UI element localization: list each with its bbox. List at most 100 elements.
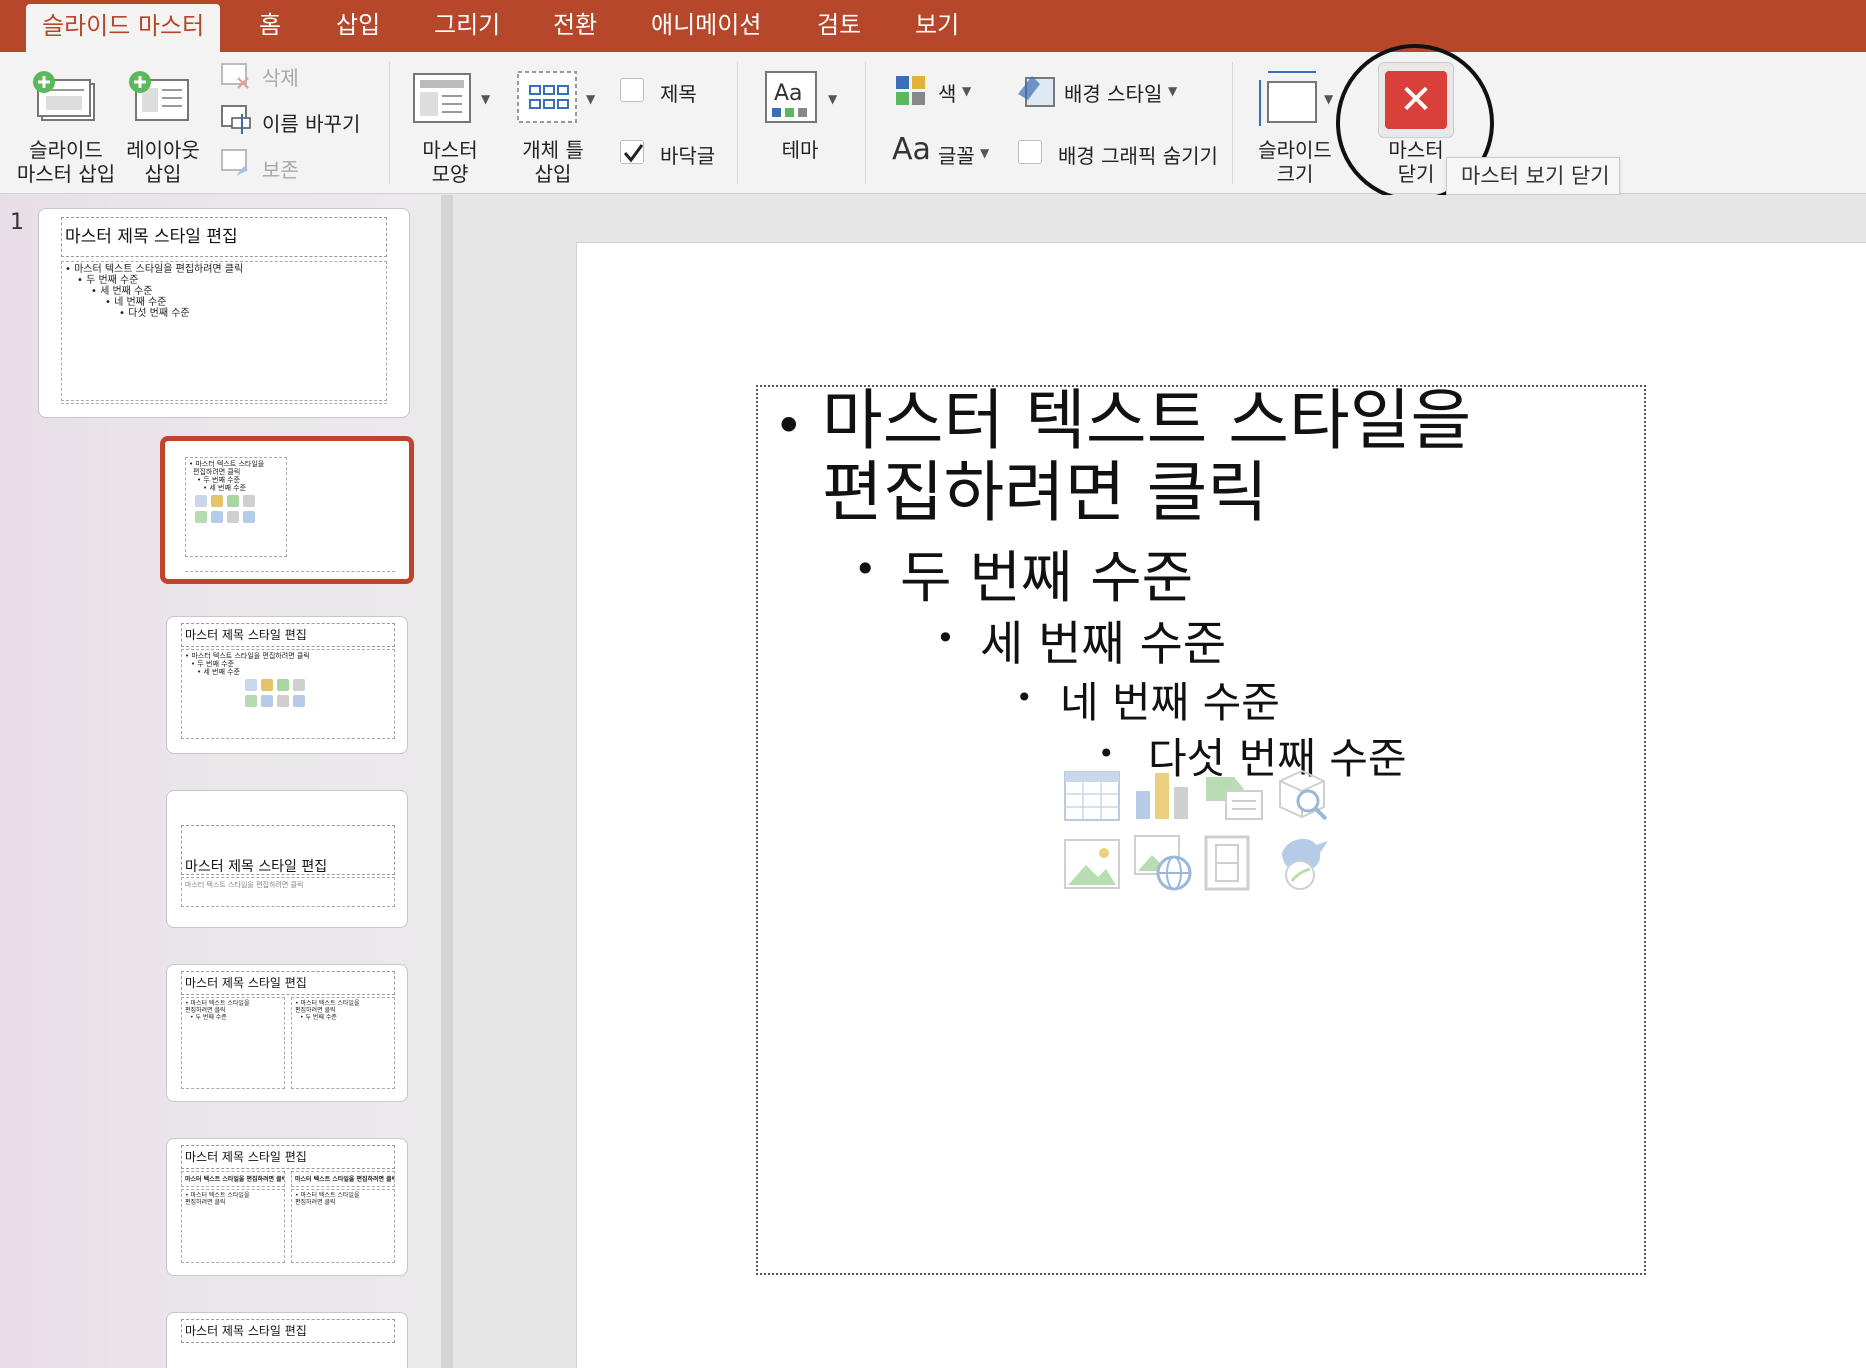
background-styles-button[interactable]: 배경 스타일	[1064, 78, 1162, 107]
colors-button[interactable]: 색	[938, 78, 956, 107]
tab-home[interactable]: 홈	[259, 0, 281, 52]
slide-size-icon[interactable]	[1254, 68, 1324, 130]
thumbnail-body-line: • 두 번째 수준	[300, 1014, 337, 1021]
thumbnail-body-line: • 네 번째 수준	[105, 297, 167, 308]
slide-number: 1	[10, 210, 24, 235]
thumbnail-content-icons	[245, 679, 335, 713]
tab-slide-master[interactable]: 슬라이드 마스터	[26, 4, 221, 52]
thumbnail-body-line: • 세 번째 수준	[203, 484, 247, 492]
insert-table-icon[interactable]	[1064, 771, 1120, 825]
separator	[1232, 62, 1233, 184]
hide-background-graphics-label: 배경 그래픽 숨기기	[1058, 144, 1218, 168]
bullet: •	[1016, 681, 1033, 714]
footer-checkbox-label: 바닥글	[660, 144, 716, 168]
thumbnail-title: 마스터 제목 스타일 편집	[181, 971, 395, 995]
separator	[865, 62, 866, 184]
thumbnail-body-line: • 두 번째 수준	[77, 275, 139, 286]
tab-draw[interactable]: 그리기	[434, 0, 500, 52]
thumbnail-layout-title-content[interactable]: 마스터 제목 스타일 편집 • 마스터 텍스트 스타일을 편집하려면 클릭 • …	[166, 616, 408, 754]
thumbnail-body-line: 편집하려면 클릭	[193, 468, 241, 476]
thumbnail-body-line: • 두 번째 수준	[197, 476, 241, 484]
preserve-button[interactable]: 보존	[262, 154, 299, 183]
insert-smartart-icon[interactable]	[1204, 771, 1264, 825]
level2-text[interactable]: 두 번째 수준	[900, 533, 1193, 614]
level1-line: 마스터 텍스트 스타일을	[822, 382, 1472, 459]
bullet: •	[1098, 737, 1115, 770]
rename-icon	[220, 104, 252, 136]
thumbnail-layout-two-content[interactable]: 마스터 제목 스타일 편집 • 마스터 텍스트 스타일을 편집하려면 클릭 • …	[166, 964, 408, 1102]
thumbnail-title: 마스터 제목 스타일 편집	[181, 623, 395, 647]
tab-insert[interactable]: 삽입	[336, 0, 380, 52]
tab-review[interactable]: 검토	[817, 0, 861, 52]
insert-slide-master-button[interactable]: 슬라이드 마스터 삽입	[14, 138, 118, 186]
insert-slide-master-icon[interactable]	[32, 70, 98, 126]
slide-size-dropdown-icon[interactable]: ▼	[1324, 92, 1333, 106]
level1-text[interactable]: 마스터 텍스트 스타일을 편집하려면 클릭	[822, 385, 1471, 529]
thumbnail-panel-scrollbar[interactable]	[441, 195, 453, 1368]
insert-chart-icon[interactable]	[1134, 771, 1190, 825]
delete-icon	[220, 62, 252, 92]
insert-picture-icon[interactable]	[1064, 839, 1120, 893]
thumbnail-compare-head-right: 마스터 텍스트 스타일을 편집하려면 클릭	[291, 1171, 395, 1187]
themes-icon[interactable]: Aa	[764, 70, 820, 126]
title-checkbox[interactable]	[620, 78, 644, 102]
fonts-icon[interactable]: Aa	[892, 132, 931, 167]
themes-button[interactable]: 테마	[760, 138, 840, 162]
fonts-dropdown-icon[interactable]: ▼	[980, 146, 989, 160]
thumbnail-body-line: • 세 번째 수준	[197, 668, 241, 676]
master-layout-icon[interactable]	[412, 72, 474, 126]
insert-placeholder-icon[interactable]	[516, 70, 582, 128]
fonts-button[interactable]: 글꼴	[938, 140, 975, 169]
insert-placeholder-button[interactable]: 개체 틀 삽입	[508, 138, 598, 186]
insert-layout-icon[interactable]	[128, 70, 194, 126]
thumbnail-title: 마스터 제목 스타일 편집	[61, 217, 387, 257]
thumbnail-body-line: • 마스터 텍스트 스타일을	[295, 1192, 360, 1199]
thumbnail-layout-comparison[interactable]: 마스터 제목 스타일 편집 마스터 텍스트 스타일을 편집하려면 클릭 마스터 …	[166, 1138, 408, 1276]
level3-text[interactable]: 세 번째 수준	[980, 605, 1226, 674]
insert-video-icon[interactable]	[1204, 835, 1254, 895]
colors-dropdown-icon[interactable]: ▼	[962, 84, 971, 98]
bullet: •	[774, 397, 804, 455]
background-styles-icon[interactable]	[1016, 70, 1058, 110]
level1-line: 편집하려면 클릭	[822, 454, 1269, 531]
insert-placeholder-dropdown-icon[interactable]: ▼	[586, 92, 595, 106]
hide-background-graphics-checkbox[interactable]	[1018, 140, 1042, 164]
thumbnail-content-icons	[195, 495, 285, 529]
insert-layout-button[interactable]: 레이아웃 삽입	[118, 138, 208, 186]
thumbnail-slide-master[interactable]: 마스터 제목 스타일 편집 • 마스터 텍스트 스타일을 편집하려면 클릭 • …	[38, 208, 410, 418]
insert-3d-model-icon[interactable]	[1274, 767, 1334, 827]
thumbnail-body-line: • 마스터 텍스트 스타일을	[185, 1192, 250, 1199]
tab-animations[interactable]: 애니메이션	[651, 0, 761, 52]
preserve-icon	[220, 148, 252, 180]
thumbnail-body-left: • 마스터 텍스트 스타일을 편집하려면 클릭	[181, 1189, 285, 1263]
tab-transitions[interactable]: 전환	[553, 0, 597, 52]
background-styles-dropdown-icon[interactable]: ▼	[1168, 84, 1177, 98]
separator	[737, 62, 738, 184]
thumbnail-body-line: 편집하려면 클릭	[295, 1199, 336, 1206]
insert-icons-icon[interactable]	[1274, 833, 1330, 895]
insert-online-picture-icon[interactable]	[1134, 835, 1194, 895]
themes-dropdown-icon[interactable]: ▼	[828, 92, 837, 106]
footer-checkbox[interactable]	[620, 140, 644, 164]
colors-icon[interactable]	[894, 74, 928, 108]
content-placeholder[interactable]: • 마스터 텍스트 스타일을 편집하려면 클릭 • 두 번째 수준 • 세 번째…	[756, 385, 1646, 1275]
thumbnail-footer	[185, 571, 395, 579]
thumbnail-compare-head-left: 마스터 텍스트 스타일을 편집하려면 클릭	[181, 1171, 285, 1187]
bullet: •	[936, 619, 955, 657]
slide-size-button[interactable]: 슬라이드 크기	[1250, 138, 1340, 186]
thumbnail-layout-title-only[interactable]: 마스터 제목 스타일 편집	[166, 1312, 408, 1368]
thumbnail-title: 마스터 제목 스타일 편집	[181, 825, 395, 875]
tab-view[interactable]: 보기	[915, 0, 959, 52]
thumbnail-layout-section-header[interactable]: 마스터 제목 스타일 편집 마스터 텍스트 스타일을 편집하려면 클릭	[166, 790, 408, 928]
master-layout-button[interactable]: 마스터 모양	[410, 138, 490, 186]
thumbnail-body: • 마스터 텍스트 스타일을 편집하려면 클릭 • 두 번째 수준 • 세 번째…	[61, 261, 387, 401]
thumbnail-title: 마스터 제목 스타일 편집	[181, 1145, 395, 1169]
master-layout-dropdown-icon[interactable]: ▼	[481, 92, 490, 106]
thumbnail-layout-selected[interactable]: • 마스터 텍스트 스타일을 편집하려면 클릭 • 두 번째 수준 • 세 번째…	[160, 436, 414, 584]
delete-button[interactable]: 삭제	[262, 62, 299, 91]
thumbnail-body-right: • 마스터 텍스트 스타일을 편집하려면 클릭	[291, 1189, 395, 1263]
thumbnail-footer	[61, 403, 387, 413]
thumbnail-body-line: • 다섯 번째 수준	[119, 308, 190, 319]
rename-button[interactable]: 이름 바꾸기	[262, 108, 360, 137]
level4-text[interactable]: 네 번째 수준	[1060, 669, 1280, 730]
